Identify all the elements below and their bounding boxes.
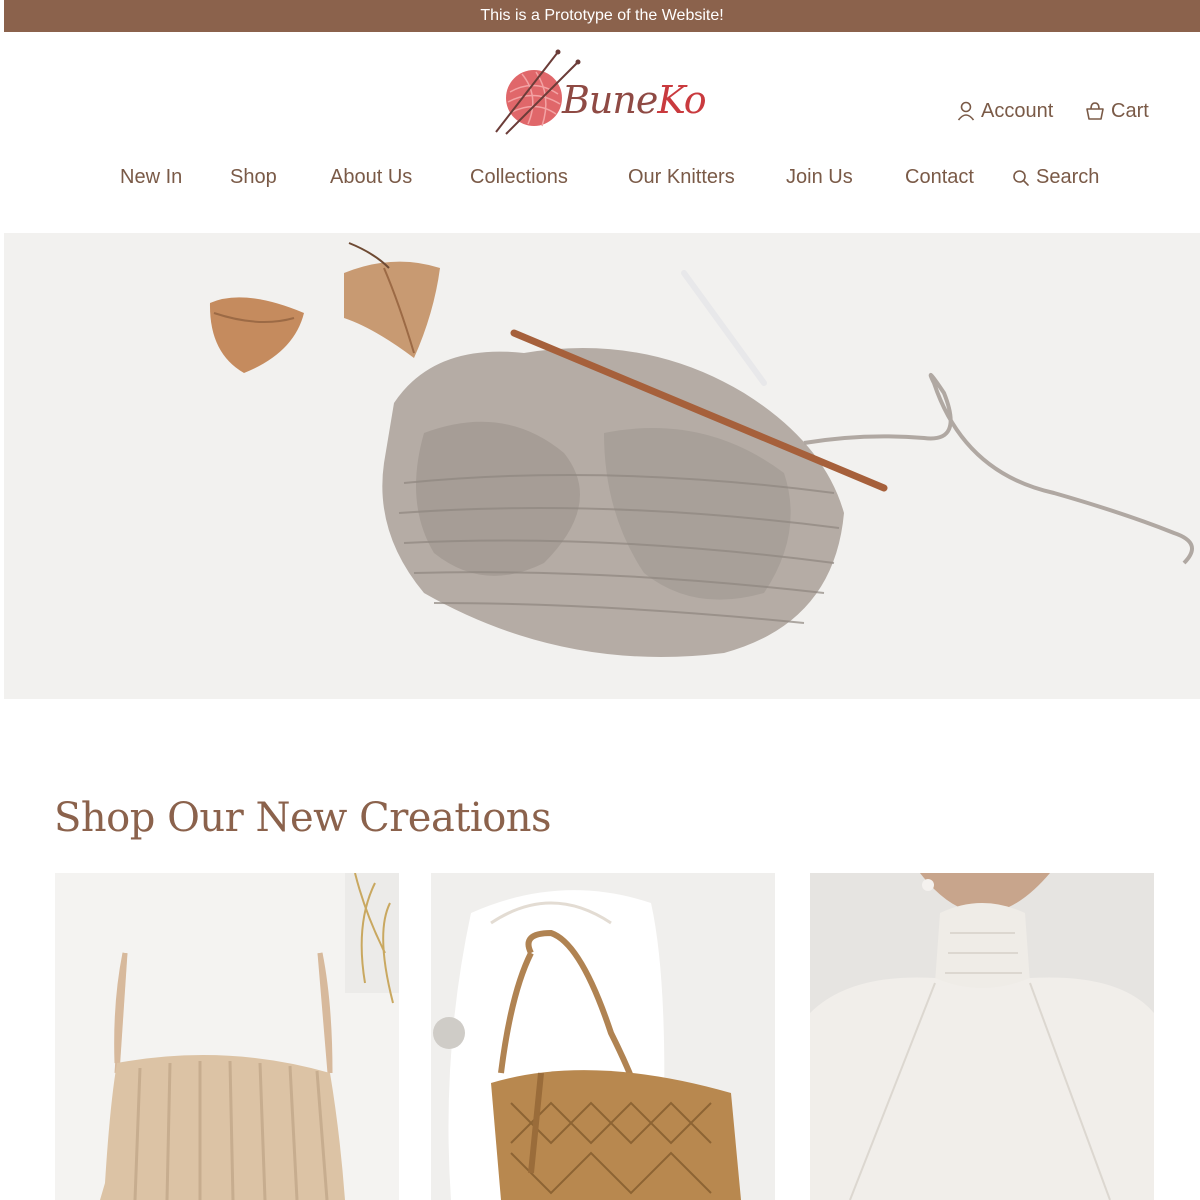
account-label: Account: [981, 99, 1054, 122]
brand-logo[interactable]: BuneKo: [492, 48, 722, 138]
search-icon: [1013, 169, 1029, 186]
nav-item-join-us[interactable]: Join Us: [786, 166, 853, 189]
product-card[interactable]: [810, 873, 1154, 1200]
nav-item-our-knitters[interactable]: Our Knitters: [628, 166, 735, 189]
search-label: Search: [1036, 166, 1100, 188]
cart-link[interactable]: Cart: [1085, 97, 1149, 125]
hero-image: [4, 233, 1200, 699]
product-image: [431, 873, 775, 1200]
product-image: [55, 873, 399, 1200]
section-title: Shop Our New Creations: [54, 795, 552, 841]
brand-name: BuneKo: [562, 78, 707, 122]
product-image: [810, 873, 1154, 1200]
nav-item-collections[interactable]: Collections: [470, 166, 568, 189]
brand-name-end: Ko: [657, 78, 706, 122]
nav-item-shop[interactable]: Shop: [230, 166, 277, 189]
basket-icon: [1086, 102, 1104, 120]
announcement-text: This is a Prototype of the Website!: [480, 7, 724, 24]
nav-item-about-us[interactable]: About Us: [330, 166, 412, 189]
product-card[interactable]: [431, 873, 775, 1200]
product-card[interactable]: [55, 873, 399, 1200]
nav-search[interactable]: Search: [1012, 166, 1099, 189]
cart-label: Cart: [1111, 99, 1149, 122]
nav-item-contact[interactable]: Contact: [905, 166, 974, 189]
announcement-bar: This is a Prototype of the Website!: [4, 0, 1200, 32]
nav-item-new-in[interactable]: New In: [120, 166, 182, 189]
user-icon: [957, 101, 975, 121]
brand-name-start: Bune: [562, 78, 658, 122]
account-link[interactable]: Account: [957, 97, 1053, 125]
